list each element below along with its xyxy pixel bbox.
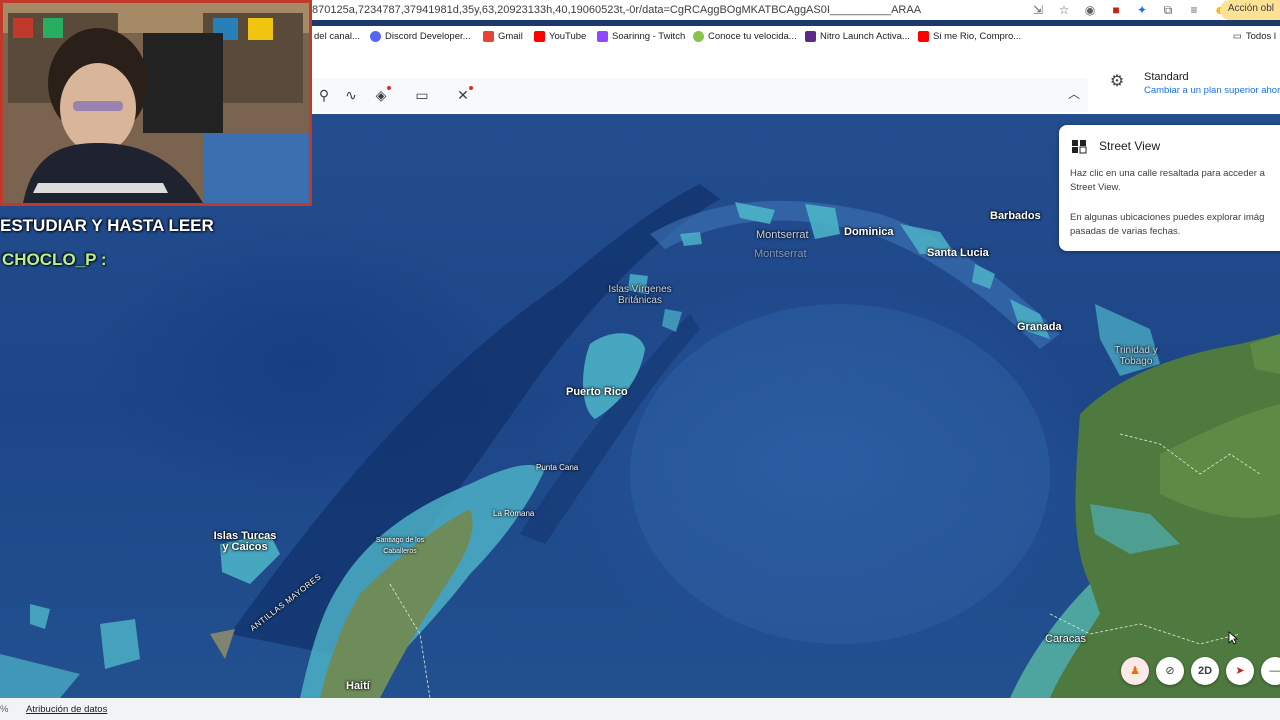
youtube-icon	[534, 31, 545, 42]
map-label-punta-cana: Punta Cana	[536, 463, 579, 472]
map-label-islas-virgenes: Islas Vírgenes Británicas	[608, 284, 672, 306]
ruler-icon[interactable]: ▭	[412, 86, 432, 104]
action-button[interactable]: Acción obl	[1219, 0, 1280, 20]
map-label-granada: Granada	[1017, 321, 1062, 333]
bookmark-item[interactable]: Soarinng - Twitch	[597, 31, 685, 42]
star-icon[interactable]: ☆	[1056, 2, 1072, 18]
pdf-icon[interactable]: ■	[1108, 2, 1124, 18]
bookmark-item[interactable]: Discord Developer...	[370, 31, 471, 42]
url-text[interactable]: 870125a,7234787,37941981d,35y,63,2092313…	[312, 4, 921, 16]
street-view-title: Street View	[1099, 139, 1161, 153]
bookmark-label: Discord Developer...	[385, 31, 471, 42]
pegman-button[interactable]: ♟	[1121, 657, 1149, 685]
bookmark-label: Si me Rio, Compro...	[933, 31, 1022, 42]
layers-icon[interactable]: ◈	[371, 86, 391, 104]
upgrade-plan-link[interactable]: Cambiar a un plan superior ahor	[1144, 85, 1280, 96]
toggle-2d-button[interactable]: 2D	[1191, 657, 1219, 685]
gear-icon[interactable]: ⚙	[1108, 73, 1126, 91]
map-label-turcas-caicos: Islas Turcas y Caicos	[213, 530, 277, 553]
bookmark-item[interactable]: YouTube	[534, 31, 586, 42]
media-icon[interactable]: ≡	[1186, 2, 1202, 18]
webcam-feed	[3, 3, 309, 203]
bookmark-item[interactable]: del canal...	[314, 31, 360, 42]
satellite-icon[interactable]: ✕	[453, 86, 473, 104]
youtube-icon	[918, 31, 929, 42]
map-label-barbados: Barbados	[990, 210, 1041, 222]
twitch-icon	[597, 31, 608, 42]
gmail-icon	[483, 31, 494, 42]
install-icon[interactable]: ⇲	[1030, 2, 1046, 18]
minus-icon: —	[1269, 665, 1280, 677]
compass-button[interactable]: ➤	[1226, 657, 1254, 685]
bookmark-item[interactable]: Conoce tu velocida...	[693, 31, 797, 42]
bookmark-label: Soarinng - Twitch	[612, 31, 686, 42]
overlay-message-2: CHOCLO_P :	[2, 250, 107, 269]
street-view-text-2: En algunas ubicaciones puedes explorar i…	[1070, 212, 1265, 237]
map-label-puerto-rico: Puerto Rico	[566, 386, 628, 398]
browser-toolbar: ⇲ ☆ ◉ ■ ✦ ⧉ ≡ ☻	[1030, 2, 1228, 18]
bookmark-label: YouTube	[549, 31, 587, 42]
extension-icon[interactable]: ◉	[1082, 2, 1098, 18]
map-label-caracas: Caracas	[1045, 633, 1086, 645]
path-icon[interactable]: ∿	[341, 86, 361, 104]
pegman-icon: ♟	[1130, 665, 1140, 677]
folder-icon: ▭	[1232, 31, 1242, 42]
discord-icon	[370, 31, 381, 42]
zoom-percent: %	[0, 704, 9, 715]
street-view-panel: Street View Haz clic en una calle resalt…	[1059, 125, 1280, 251]
earth-toolbar: ⚲ ∿ ◈ ▭ ✕	[308, 78, 1088, 112]
bookmark-label: Gmail	[498, 31, 523, 42]
puzzle-icon[interactable]: ⧉	[1160, 2, 1176, 18]
plan-title: Standard	[1144, 71, 1189, 83]
map-label-santa-lucia: Santa Lucia	[927, 247, 989, 259]
map-label-montserrat: Montserrat	[756, 229, 809, 241]
screen: 870125a,7234787,37941981d,35y,63,2092313…	[0, 0, 1280, 720]
nitro-icon	[805, 31, 816, 42]
compass-off-icon: ⊘	[1165, 665, 1175, 677]
bookmark-item[interactable]: Nitro Launch Activa...	[805, 31, 910, 42]
webcam-overlay	[0, 0, 312, 206]
street-view-icon	[1072, 140, 1087, 154]
mouse-cursor-icon	[1228, 631, 1238, 645]
map-label-la-romana: La Romana	[493, 509, 535, 518]
map-label-haiti: Haití	[346, 680, 370, 692]
data-attribution-link[interactable]: Atribución de datos	[26, 704, 107, 715]
map-label-trinidad: Trinidad y Tobago	[1114, 345, 1158, 367]
rotate-button[interactable]: ⊘	[1156, 657, 1184, 685]
bookmark-label: Conoce tu velocida...	[708, 31, 797, 42]
bookmark-item[interactable]: Si me Rio, Compro...	[918, 31, 1021, 42]
all-bookmarks[interactable]: ▭ Todos l	[1233, 31, 1276, 42]
status-bar: % Atribución de datos	[0, 698, 1280, 720]
overlay-message-1: ESTUDIAR Y HASTA LEER	[0, 216, 214, 235]
pin-icon[interactable]: ⚲	[314, 86, 334, 104]
street-view-text-1: Haz clic en una calle resaltada para acc…	[1070, 168, 1265, 193]
bookmark-label: del canal...	[314, 31, 360, 42]
bookmark-item[interactable]: Gmail	[483, 31, 523, 42]
map-label-montserrat-shadow: Montserrat	[754, 248, 807, 260]
map-label-santiago: Santiago de los Caballeros	[375, 537, 425, 555]
bookmark-label: Nitro Launch Activa...	[820, 31, 910, 42]
map-label-dominica: Dominica	[844, 226, 894, 238]
all-bookmarks-label: Todos l	[1245, 31, 1276, 42]
compass-icon: ➤	[1235, 665, 1245, 677]
chevron-up-icon[interactable]: ︿	[1066, 86, 1082, 102]
sync-icon[interactable]: ✦	[1134, 2, 1150, 18]
speedtest-icon	[693, 31, 704, 42]
